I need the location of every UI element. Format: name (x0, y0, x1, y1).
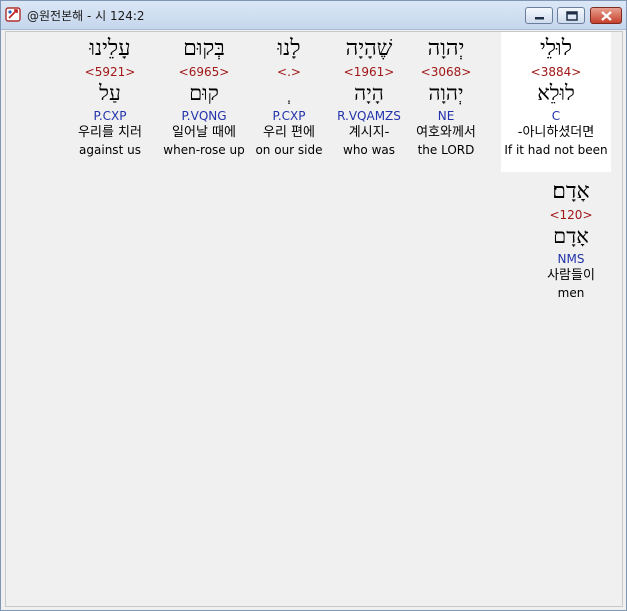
bible-app-icon[interactable] (5, 6, 23, 24)
morphology-code: C (551, 109, 561, 123)
hebrew-lexeme: עַל (99, 81, 121, 105)
minimize-button[interactable] (525, 7, 553, 24)
strong-number[interactable]: <120> (516, 207, 626, 223)
word-column[interactable]: אָדָם׃ <120> אָדָם NMS 사람들이 men (516, 175, 626, 301)
minimize-icon (535, 17, 544, 20)
word-column[interactable]: בְּקוּם <6965> קוּם P.VQNG 일어날 때에 when-r… (149, 32, 259, 158)
korean-gloss: 우리를 치러 (78, 125, 142, 140)
hebrew-word[interactable]: אָדָם׃ (516, 179, 626, 207)
maximize-icon (566, 11, 578, 21)
strong-number[interactable]: <3884> (501, 64, 611, 80)
english-gloss: men (557, 286, 585, 300)
english-gloss: If it had not been (504, 143, 608, 157)
close-icon (601, 11, 612, 21)
word-column[interactable]: לוּלֵי <3884> לוּלֵא C -아니하셨더면 If it had… (501, 32, 611, 172)
hebrew-word[interactable]: בְּקוּם (149, 36, 259, 64)
hebrew-lexeme: לוּלֵא (537, 81, 575, 105)
strong-number[interactable]: <5921> (55, 64, 165, 80)
hebrew-lexeme: קוּם (189, 81, 219, 105)
hebrew-lexeme: אָדָם (553, 224, 589, 248)
strong-number[interactable]: <6965> (149, 64, 259, 80)
hebrew-word[interactable]: לוּלֵי (501, 36, 611, 64)
app-window: @원전본해 - 시 124:2 לוּלֵי <3884> לוּלֵא C -… (0, 0, 627, 611)
morphology-code: P.VQNG (181, 109, 227, 123)
morphology-code: P.CXP (93, 109, 127, 123)
interlinear-pane[interactable]: לוּלֵי <3884> לוּלֵא C -아니하셨더면 If it had… (5, 31, 623, 607)
maximize-button[interactable] (557, 7, 585, 24)
korean-gloss: -아니하셨더면 (517, 125, 595, 140)
hebrew-word[interactable]: עָלֵינוּ (55, 36, 165, 64)
window-title: @원전본해 - 시 124:2 (27, 9, 145, 23)
english-gloss: against us (79, 143, 141, 157)
korean-gloss: 사람들이 (547, 268, 595, 283)
english-gloss: when-rose up (163, 143, 245, 157)
close-button[interactable] (590, 7, 622, 24)
title-bar[interactable]: @원전본해 - 시 124:2 (1, 1, 626, 30)
word-column[interactable]: עָלֵינוּ <5921> עַל P.CXP 우리를 치러 against… (55, 32, 165, 158)
morphology-code: NMS (557, 252, 585, 266)
korean-gloss: 일어날 때에 (172, 125, 236, 140)
